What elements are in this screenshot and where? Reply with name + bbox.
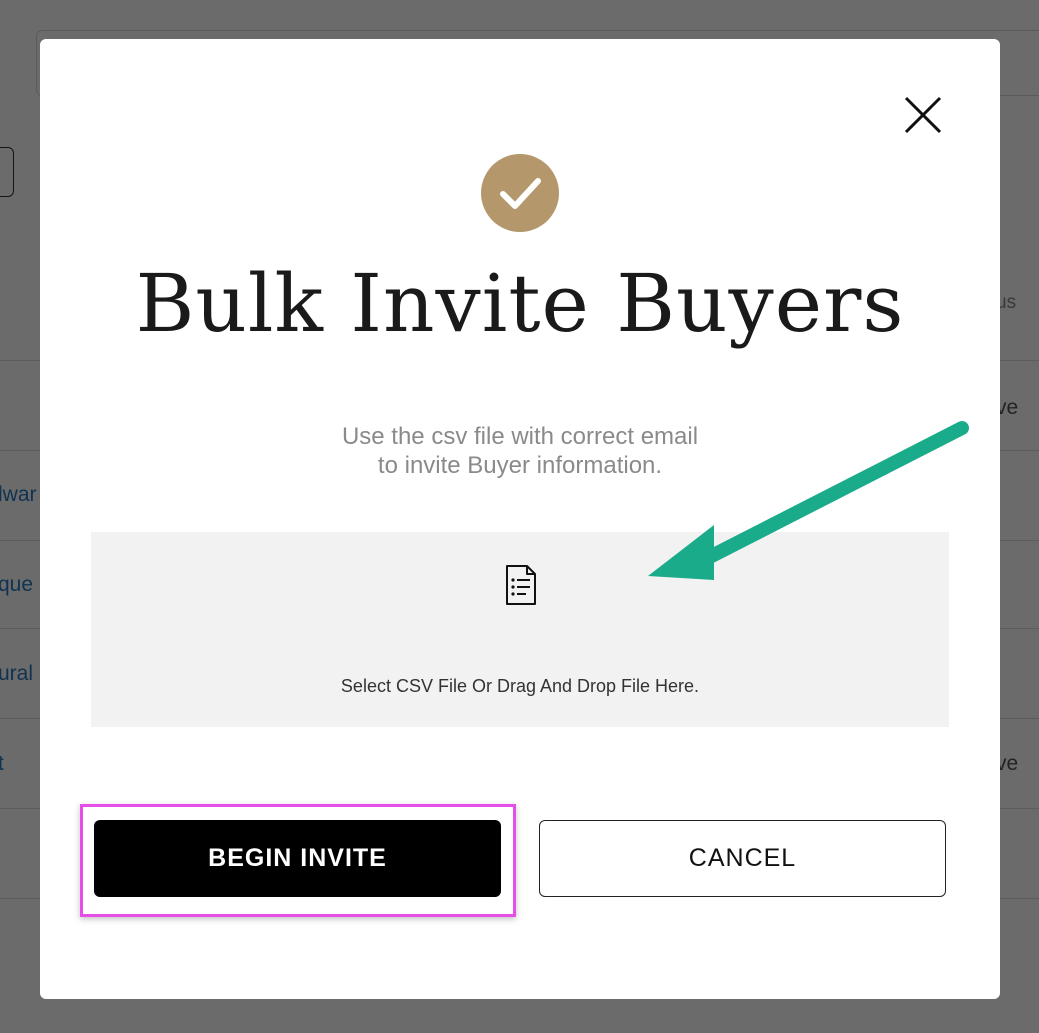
- cancel-button[interactable]: CANCEL: [539, 820, 946, 897]
- checkmark-circle-icon: [481, 154, 559, 232]
- document-list-icon: [506, 565, 536, 605]
- annotation-arrow-icon: [648, 421, 969, 580]
- modal-title: Bulk Invite Buyers: [135, 257, 905, 350]
- close-icon: [904, 96, 942, 134]
- begin-invite-button[interactable]: BEGIN INVITE: [94, 820, 501, 897]
- dropzone-label: Select CSV File Or Drag And Drop File He…: [340, 676, 700, 696]
- close-button[interactable]: [903, 95, 943, 135]
- page: us ve lwar que ural t ve Bulk Invite Buy…: [0, 0, 1039, 1033]
